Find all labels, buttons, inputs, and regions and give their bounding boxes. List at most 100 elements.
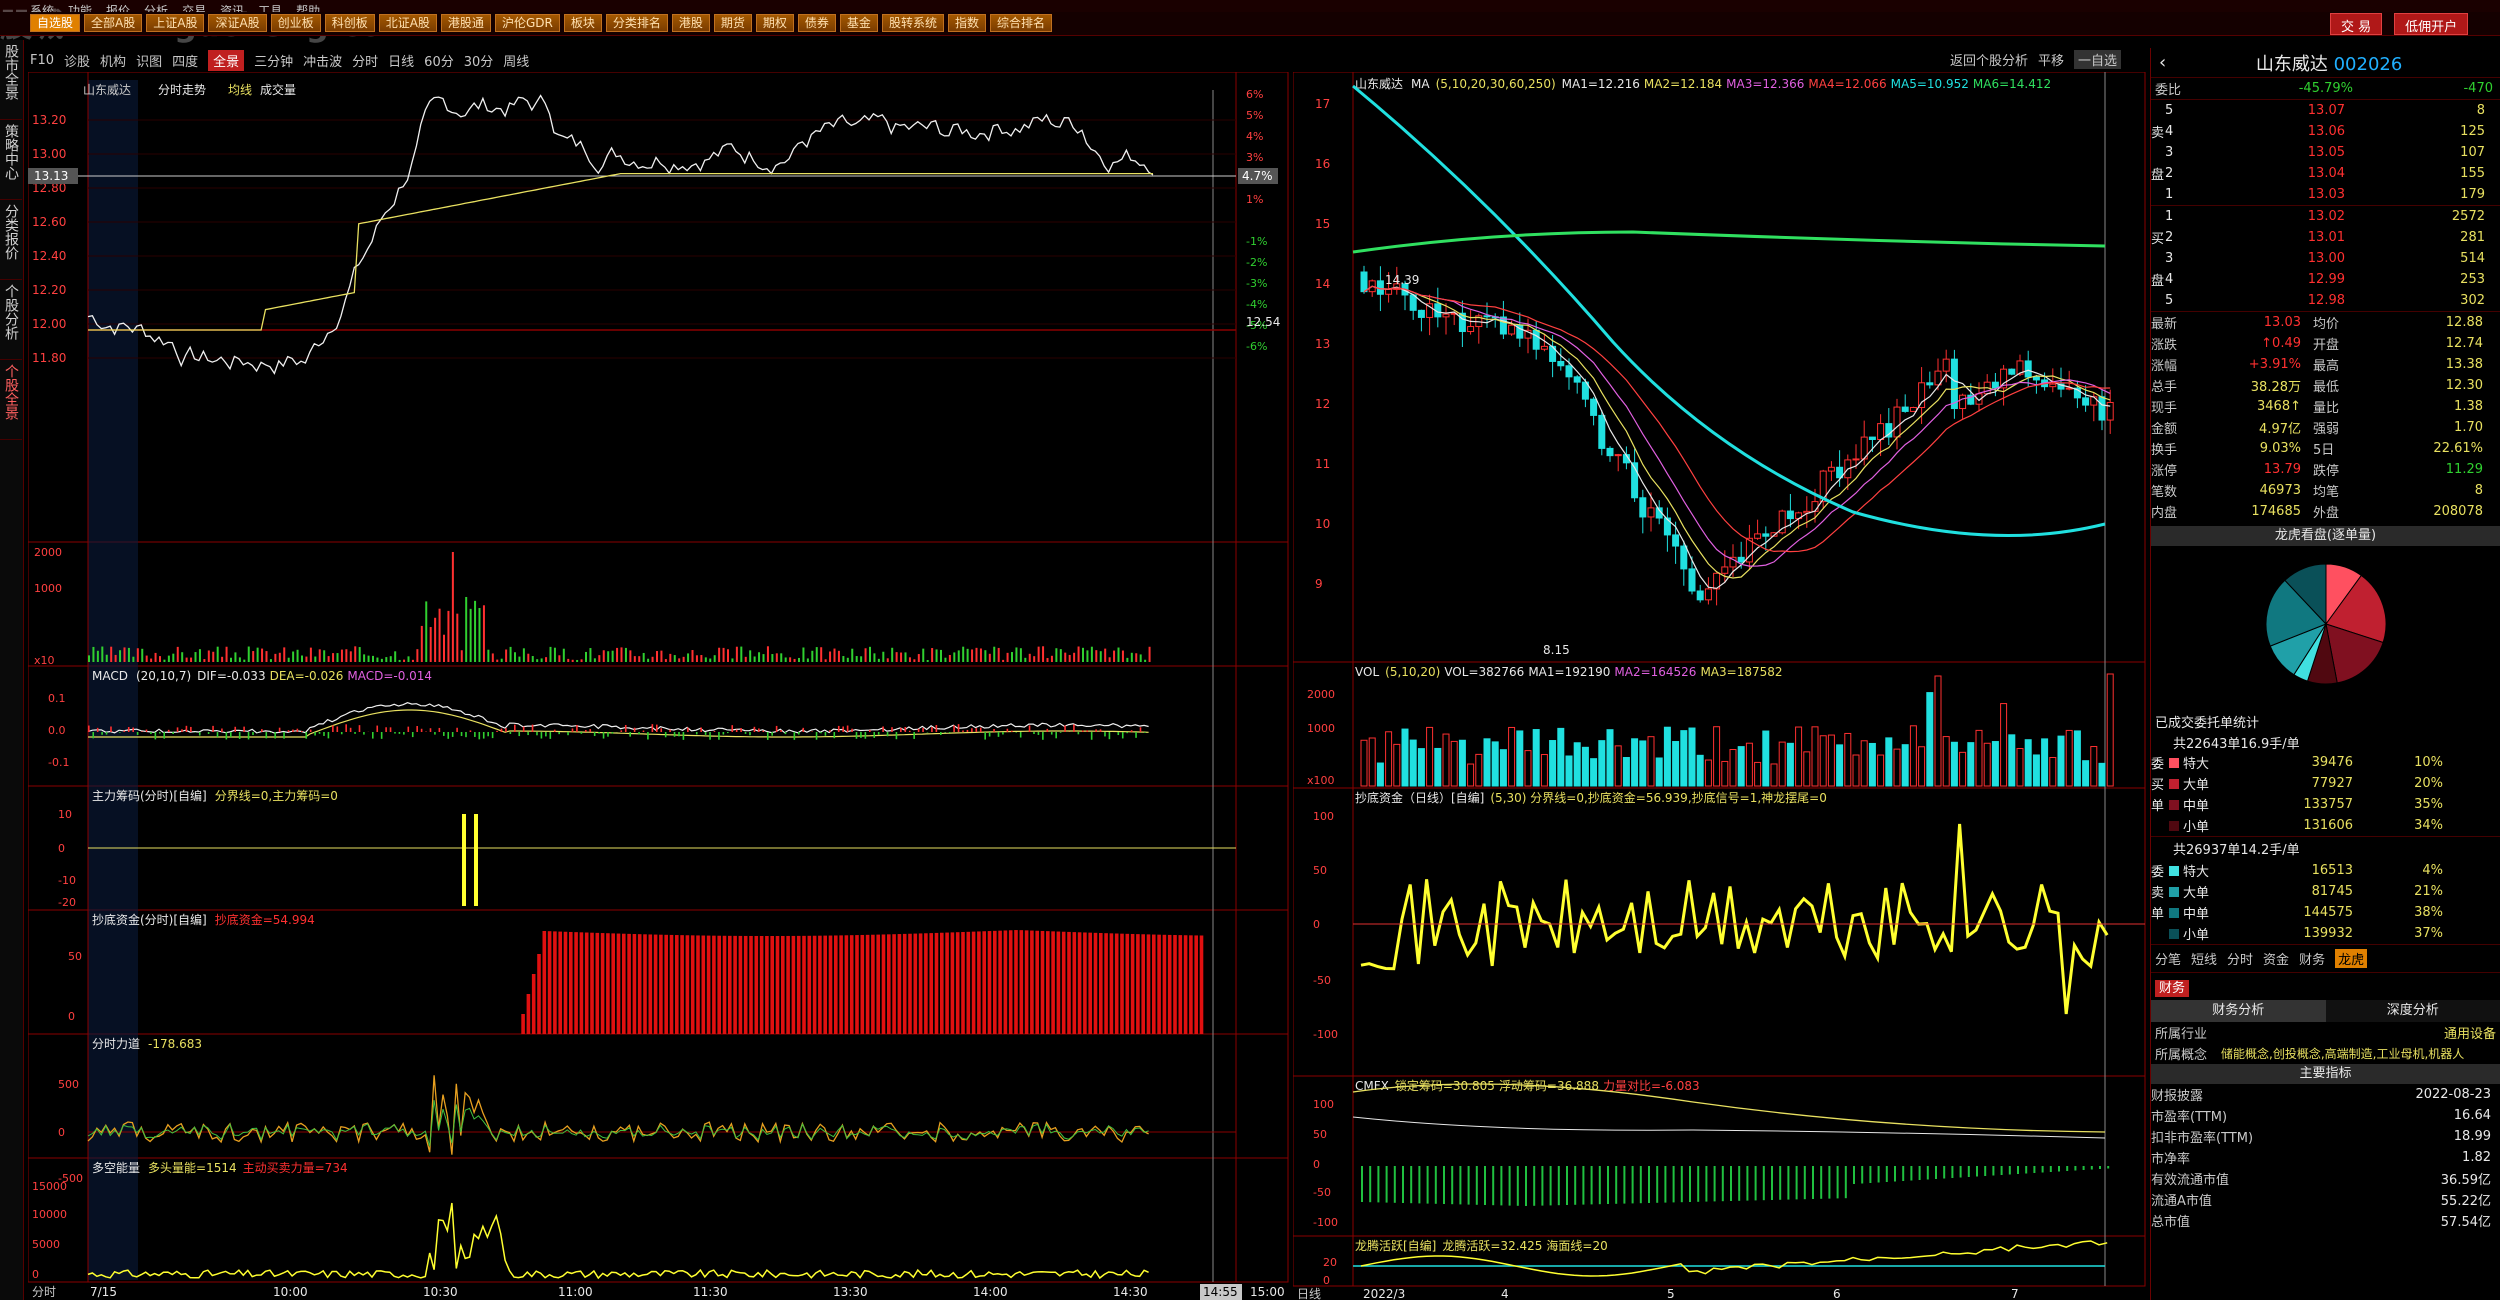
cmfx-bar — [1787, 1166, 1790, 1200]
tab-three-min[interactable]: 三分钟 — [254, 51, 293, 70]
dbottom-axis: 100 50 0 -50 -100 — [1313, 810, 1338, 1041]
tb-hk-connect[interactable]: 港股通 — [440, 14, 491, 32]
macd-bar — [580, 732, 583, 734]
fin-label: 市净率 — [2151, 1152, 2191, 1167]
order-pct: 20% — [2414, 776, 2443, 791]
tb-sh-a[interactable]: 上证A股 — [146, 14, 205, 32]
tab-60min[interactable]: 60分 — [424, 51, 454, 70]
pan-button[interactable]: 平移 — [2038, 50, 2064, 69]
bottom-fund-bar — [934, 932, 939, 1034]
macd-bar — [820, 732, 822, 734]
volume-bar — [1073, 652, 1076, 662]
tab-weekly[interactable]: 周线 — [503, 51, 529, 70]
fin-analysis-tab[interactable]: 财务分析 — [2151, 1000, 2326, 1022]
trade-button[interactable]: 交 易 — [2330, 13, 2383, 35]
tb-sector[interactable]: 板块 — [563, 14, 602, 32]
bottom-fund-bar — [1046, 931, 1050, 1034]
tab-pattern[interactable]: 识图 — [136, 51, 162, 70]
volume-bar — [656, 651, 658, 662]
volume-bar — [527, 653, 530, 662]
bottom-fund-bar — [1061, 931, 1066, 1034]
volume-bar — [766, 646, 769, 662]
volume-bar — [589, 648, 592, 662]
daily-time-mode[interactable]: 日线 — [1297, 1287, 1321, 1300]
sidebar-tab-stock-analysis[interactable]: 个股分析 — [0, 280, 22, 360]
tb-bse[interactable]: 北证A股 — [378, 14, 437, 32]
tb-hk[interactable]: 港股 — [671, 14, 710, 32]
tab-intraday[interactable]: 分时 — [352, 51, 378, 70]
tb-gem[interactable]: 创业板 — [270, 14, 321, 32]
macd-bar — [398, 732, 401, 734]
dvol-bar — [1721, 760, 1729, 787]
order-swatch — [2169, 778, 2179, 789]
tb-favorites[interactable]: 自选股 — [30, 14, 81, 32]
qtab-short[interactable]: 短线 — [2191, 949, 2217, 968]
tb-options[interactable]: 期权 — [755, 14, 794, 32]
volume-bar — [864, 648, 867, 662]
bottom-fund-bar — [595, 932, 600, 1034]
volume-bar — [536, 659, 539, 662]
qtab-finance[interactable]: 财务 — [2299, 949, 2325, 968]
bottom-fund-bar — [871, 934, 875, 1034]
volume-bar — [1082, 647, 1084, 662]
tb-bonds[interactable]: 债券 — [797, 14, 836, 32]
cmfx-float-line — [1352, 1116, 2106, 1139]
tab-30min[interactable]: 30分 — [464, 51, 494, 70]
deep-analysis-tab[interactable]: 深度分析 — [2325, 1000, 2500, 1022]
tab-daily[interactable]: 日线 — [388, 51, 414, 70]
sidebar-tab-category[interactable]: 分类报价 — [0, 200, 22, 280]
tb-overall-rank[interactable]: 综合排名 — [989, 14, 1052, 32]
tab-f10[interactable]: F10 — [30, 53, 54, 68]
tb-star[interactable]: 科创板 — [324, 14, 375, 32]
tb-sz-a[interactable]: 深证A股 — [208, 14, 267, 32]
tab-institution[interactable]: 机构 — [100, 51, 126, 70]
stat-label-2: 跌停 — [2313, 464, 2340, 479]
cmfx-bar — [1992, 1166, 1995, 1176]
bottom-fund-name: 抄底资金(分时)[自编] — [92, 912, 207, 927]
sidebar-tab-stock-full[interactable]: 个股全景 — [0, 360, 22, 440]
cmfx-bar — [2074, 1166, 2077, 1171]
tab-four-degree[interactable]: 四度 — [172, 51, 198, 70]
macd-bar — [132, 727, 134, 732]
buy-level: 5 — [2165, 293, 2174, 308]
tab-diagnose[interactable]: 诊股 — [64, 51, 90, 70]
open-account-button[interactable]: 低佣开户 — [2394, 13, 2469, 35]
tab-full-view[interactable]: 全景 — [208, 49, 245, 71]
sidebar-tab-strategy[interactable]: 策略中心 — [0, 120, 22, 200]
macd-bar — [891, 727, 893, 732]
fin-tab[interactable]: 财务 — [2155, 980, 2190, 997]
candle-body — [1385, 288, 1393, 295]
candle-body — [1786, 510, 1794, 520]
back-arrow-icon[interactable]: ‹ — [2159, 52, 2166, 73]
tb-funds[interactable]: 基金 — [839, 14, 878, 32]
sell-price: 13.06 — [2307, 124, 2345, 139]
qtab-funds[interactable]: 资金 — [2263, 949, 2289, 968]
dvol-bar — [1573, 742, 1581, 787]
qtab-dragon[interactable]: 龙虎 — [2335, 949, 2368, 968]
volume-bar — [1068, 654, 1071, 662]
cmfx-bar — [1385, 1166, 1388, 1203]
macd-bar — [1135, 732, 1137, 738]
macd-bar — [815, 732, 818, 740]
sidebar-tab-market[interactable]: 股市全景 — [0, 40, 22, 120]
volume-bar — [1121, 650, 1124, 662]
cmfx-series — [1352, 1083, 2110, 1206]
tb-category-rank[interactable]: 分类排名 — [605, 14, 668, 32]
intraday-time-mode[interactable]: 分时 — [32, 1285, 56, 1299]
back-to-analysis[interactable]: 返回个股分析 — [1950, 50, 2028, 69]
cmfx-bar — [1926, 1166, 1929, 1180]
tb-neeq[interactable]: 股转系统 — [881, 14, 944, 32]
tb-index[interactable]: 指数 — [947, 14, 986, 32]
cmfx-bar — [1664, 1166, 1667, 1203]
tb-futures[interactable]: 期货 — [713, 14, 752, 32]
qtab-ticks[interactable]: 分笔 — [2155, 949, 2181, 968]
ma1-value: MA1=12.216 — [1562, 77, 1640, 91]
macd-bar — [553, 729, 556, 732]
tb-gdr[interactable]: 沪伦GDR — [494, 14, 560, 32]
time-tick: 14:55 — [1203, 1285, 1238, 1299]
favorites-select[interactable]: 一自选 — [2074, 50, 2122, 69]
tb-all-a[interactable]: 全部A股 — [84, 14, 143, 32]
macd-bar — [545, 732, 547, 737]
qtab-intraday[interactable]: 分时 — [2227, 949, 2253, 968]
tab-shockwave[interactable]: 冲击波 — [303, 51, 342, 70]
